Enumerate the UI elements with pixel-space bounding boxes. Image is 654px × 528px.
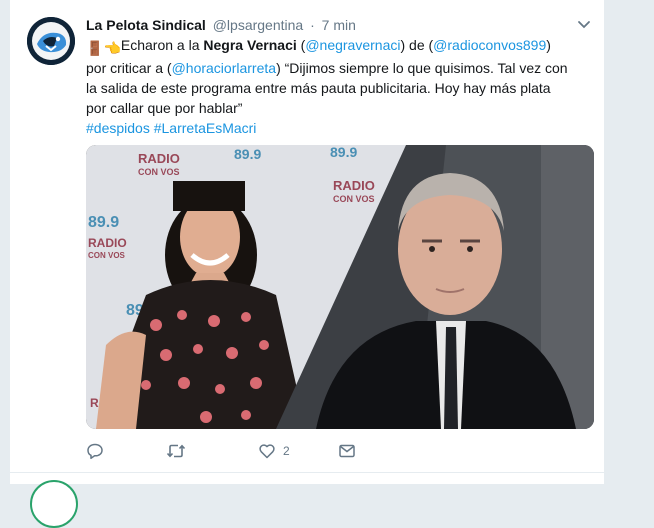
heart-icon [259, 444, 275, 459]
tweet-media-image[interactable]: RADIO CON VOS RADIO CON VOS RADIO CON VO… [86, 145, 594, 429]
author-display-name[interactable]: La Pelota Sindical [86, 17, 206, 33]
next-tweet-row[interactable] [10, 473, 604, 484]
backdrop-convos-text-1: CON VOS [138, 167, 180, 177]
separator-dot: · [310, 17, 315, 33]
tweet-text-bold-name: Negra Vernaci [203, 37, 297, 53]
tweet-header: La Pelota Sindical @lpsargentina · 7 min [86, 15, 586, 35]
backdrop-freq-text-1: 89.9 [234, 146, 261, 162]
tweet-text: 🚪👈Echaron a la Negra Vernaci (@negravern… [86, 35, 574, 138]
pointing-hand-emoji: 👈 [103, 40, 121, 56]
tweet-text-part-1: Echaron a la [120, 37, 204, 53]
mention-negravernaci[interactable]: @negravernaci [305, 37, 400, 53]
tweet-card[interactable]: La Pelota Sindical @lpsargentina · 7 min… [10, 0, 604, 472]
backdrop-radio-text-1: RADIO [138, 151, 180, 166]
next-tweet-avatar[interactable] [30, 480, 78, 528]
mention-horaciorlarreta[interactable]: @horaciorlarreta [172, 60, 276, 76]
tweet-text-part-3: ) de ( [400, 37, 434, 53]
hashtag-despidos[interactable]: #despidos [86, 120, 150, 136]
direct-message-button[interactable] [338, 440, 356, 462]
backdrop-convos-text-3: CON VOS [88, 251, 126, 260]
door-emoji: 🚪 [86, 40, 104, 56]
retweet-button[interactable] [166, 440, 193, 462]
avatar-logo-icon [27, 17, 75, 65]
mention-radioconvos899[interactable]: @radioconvos899 [433, 37, 546, 53]
envelope-icon [339, 444, 355, 458]
backdrop-radio-text-3: RADIO [88, 236, 127, 250]
reply-button[interactable] [86, 440, 111, 462]
like-button[interactable]: 2 [258, 440, 290, 462]
chevron-down-icon[interactable] [576, 16, 592, 32]
avatar[interactable] [27, 17, 75, 65]
tweet-timestamp[interactable]: 7 min [322, 17, 356, 33]
hashtag-larretaesmacri[interactable]: #LarretaEsMacri [154, 120, 257, 136]
photo-collage: RADIO CON VOS RADIO CON VOS RADIO CON VO… [86, 145, 594, 429]
backdrop-radio-text-2: RADIO [333, 178, 375, 193]
reply-icon [87, 443, 103, 460]
author-handle[interactable]: @lpsargentina [213, 17, 304, 33]
retweet-icon [166, 444, 186, 458]
backdrop-freq-text-2: 89.9 [88, 214, 119, 231]
tweet-actions: 2 [86, 440, 486, 462]
backdrop-convos-text-2: CON VOS [333, 194, 375, 204]
backdrop-freq-text-3: 89.9 [330, 145, 357, 160]
like-count: 2 [283, 444, 290, 458]
